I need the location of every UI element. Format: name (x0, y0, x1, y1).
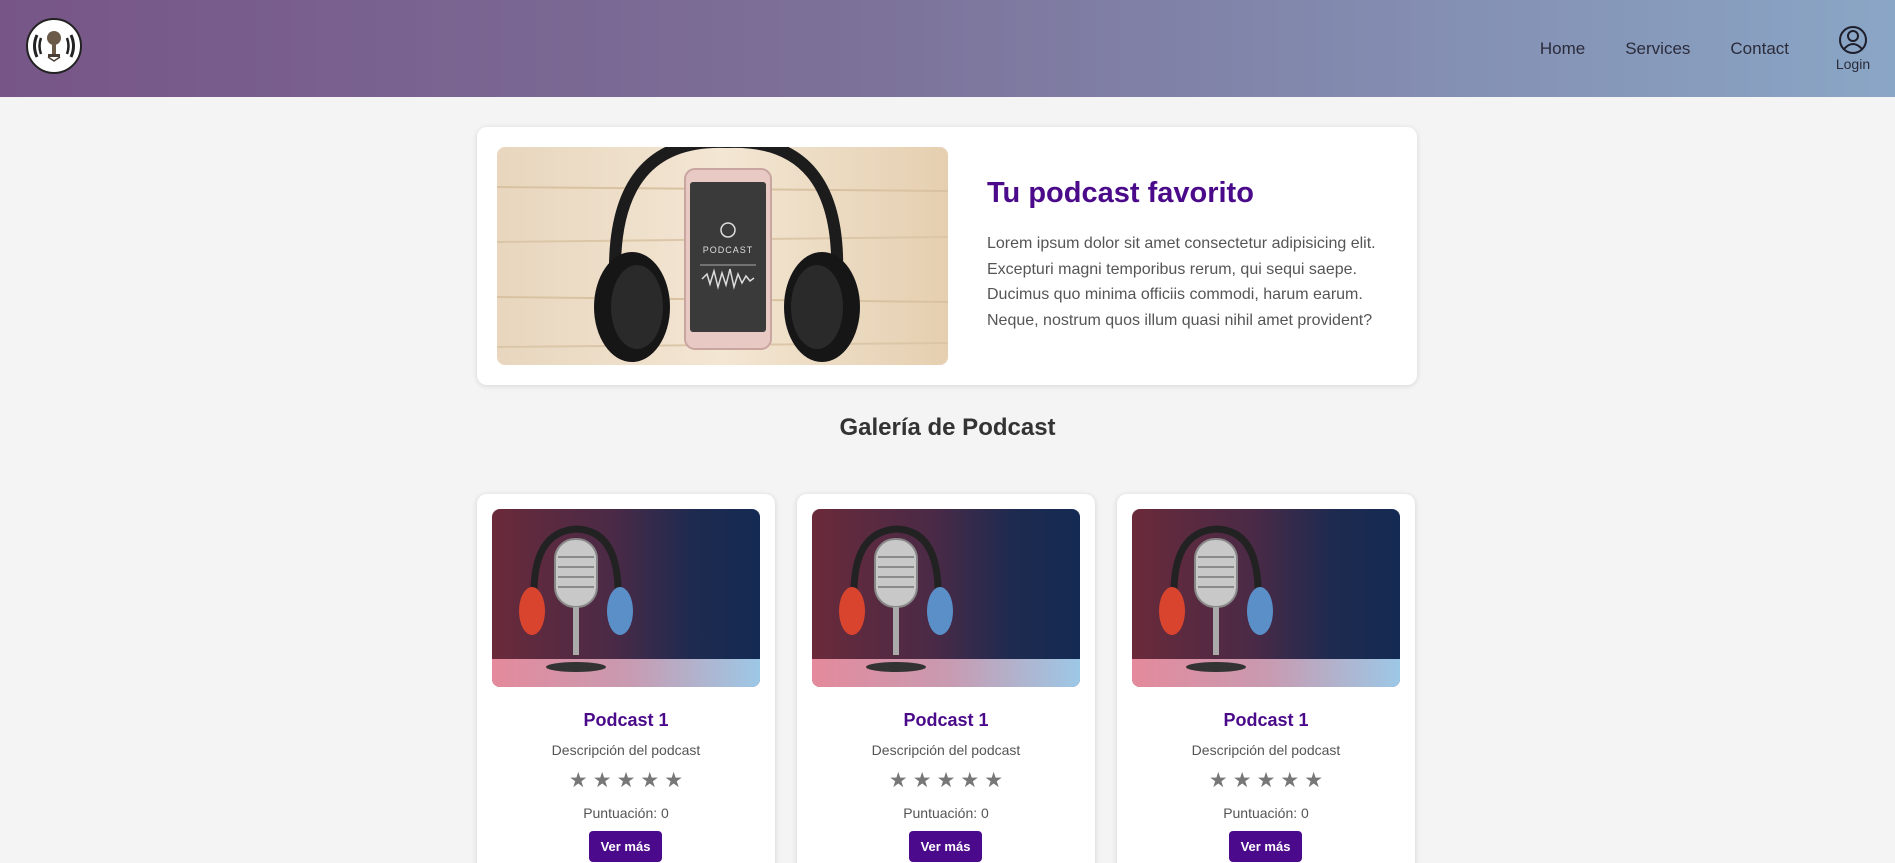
nav-services-link[interactable]: Services (1625, 39, 1690, 59)
star-rating: ★ ★ ★ ★ ★ (477, 770, 775, 791)
star-icon[interactable]: ★ (1280, 770, 1299, 791)
star-icon[interactable]: ★ (984, 770, 1003, 791)
ver-mas-button[interactable]: Ver más (589, 831, 662, 862)
site-header: Home Services Contact Login (0, 0, 1895, 97)
star-icon[interactable]: ★ (1257, 770, 1276, 791)
user-icon (1839, 26, 1867, 54)
star-icon[interactable]: ★ (593, 770, 612, 791)
podcast-card-score: Puntuación: 0 (583, 805, 669, 821)
hero-title: Tu podcast favorito (987, 177, 1254, 209)
podcast-card-title: Podcast 1 (903, 710, 989, 730)
podcast-card-title: Podcast 1 (1223, 710, 1309, 730)
podcast-card-image (812, 509, 1080, 687)
nav-contact-link[interactable]: Contact (1730, 39, 1789, 59)
star-icon[interactable]: ★ (1233, 770, 1252, 791)
ver-mas-button[interactable]: Ver más (1229, 831, 1302, 862)
ver-mas-button[interactable]: Ver más (909, 831, 982, 862)
star-icon[interactable]: ★ (960, 770, 979, 791)
star-icon[interactable]: ★ (640, 770, 659, 791)
hero-text: Lorem ipsum dolor sit amet consectetur a… (987, 235, 1376, 329)
star-icon[interactable]: ★ (617, 770, 636, 791)
podcast-card-title: Podcast 1 (583, 710, 669, 730)
podcast-card-image (1132, 509, 1400, 687)
star-icon[interactable]: ★ (913, 770, 932, 791)
star-icon[interactable]: ★ (937, 770, 956, 791)
star-icon[interactable]: ★ (1209, 770, 1228, 791)
nav-home-link[interactable]: Home (1540, 39, 1585, 59)
podcast-card: Podcast 1 Descripción del podcast ★ ★ ★ ★ ★ … (1117, 494, 1415, 863)
podcast-card-score: Puntuación: 0 (903, 805, 989, 821)
hero-card: PODCAST Tu podcast favorito Lorem ipsum … (477, 127, 1417, 385)
phone-podcast-text: PODCAST (703, 245, 754, 255)
star-icon[interactable]: ★ (569, 770, 588, 791)
podcast-card-score: Puntuación: 0 (1223, 805, 1309, 821)
star-icon[interactable]: ★ (664, 770, 683, 791)
star-icon[interactable]: ★ (889, 770, 908, 791)
gallery-title: Galería de Podcast (839, 414, 1056, 441)
podcast-card: Podcast 1 Descripción del podcast ★ ★ ★ ★ ★ … (797, 494, 1095, 863)
podcast-card-description: Descripción del podcast (1191, 742, 1341, 758)
microphone-logo-icon[interactable] (26, 18, 82, 74)
podcast-card-description: Descripción del podcast (871, 742, 1021, 758)
star-rating: ★ ★ ★ ★ ★ (1117, 770, 1415, 791)
main-nav: Home Services Contact Login (1540, 0, 1895, 97)
podcast-card-description: Descripción del podcast (551, 742, 701, 758)
podcast-card: Podcast 1 Descripción del podcast ★ ★ ★ ★ ★ … (477, 494, 775, 863)
login-button[interactable]: Login (1823, 25, 1883, 72)
login-label: Login (1835, 56, 1871, 72)
star-icon[interactable]: ★ (1304, 770, 1323, 791)
star-rating: ★ ★ ★ ★ ★ (797, 770, 1095, 791)
hero-image: PODCAST (497, 147, 948, 365)
podcast-card-image (492, 509, 760, 687)
